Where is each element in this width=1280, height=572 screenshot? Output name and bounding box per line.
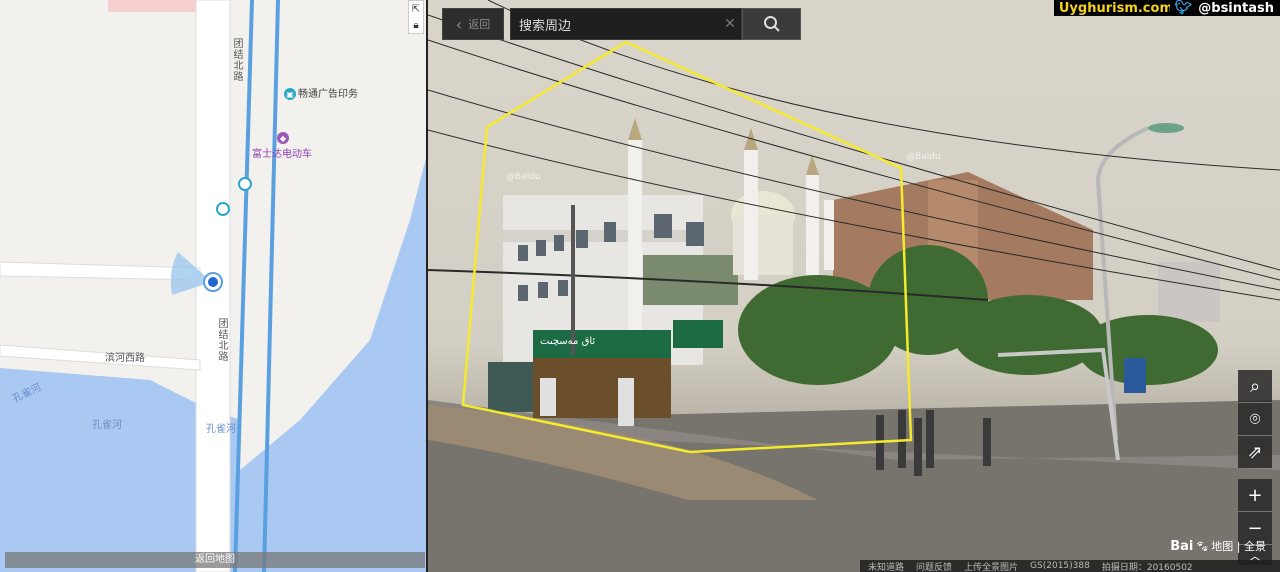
river-area-left xyxy=(0,368,200,572)
side-road xyxy=(0,261,201,281)
twitter-credit: 🐦︎ @bsintash xyxy=(1170,0,1280,16)
water-label: 孔雀河 xyxy=(92,420,122,431)
site-credit: Uyghurism.com xyxy=(1053,0,1178,16)
shop-icon[interactable]: ▣ xyxy=(284,88,296,100)
side-toolbar: ⌕ ⌾ ⇗ + − ︿ xyxy=(1238,370,1272,566)
footer-date: 拍摄日期：20160502 xyxy=(1101,562,1193,572)
bird-icon: 🐦︎ xyxy=(1174,0,1193,16)
baidu-brand: Bai xyxy=(1170,538,1194,554)
zoom-search-icon[interactable]: ⌕ xyxy=(1238,370,1272,402)
twitter-handle: @bsintash xyxy=(1198,0,1274,16)
glass-kiosk xyxy=(488,362,533,412)
shop-sign-text: ئاق مەسچىت xyxy=(540,336,596,347)
watermark: @Baidu xyxy=(906,152,941,162)
street-view-scene[interactable] xyxy=(428,0,1280,572)
dome-base xyxy=(733,215,793,275)
lock-icon[interactable]: 🔒︎ xyxy=(409,17,423,33)
search-input[interactable] xyxy=(519,16,719,32)
utility-pole xyxy=(571,205,575,355)
road-sign xyxy=(1124,358,1146,393)
map-panel[interactable]: 团结北路 团结北路 滨河西路 孔雀河 孔雀河 孔雀河 ▣ 畅通广告印务 ◆ 富士… xyxy=(0,0,428,572)
fullscreen-icon[interactable]: ⇱ xyxy=(409,1,423,17)
poi-label[interactable]: 畅通广告印务 xyxy=(298,89,358,100)
water-label: 孔雀河 xyxy=(206,424,236,435)
footer-feedback-link[interactable]: 问题反馈 xyxy=(916,560,952,572)
search-icon xyxy=(763,16,780,32)
zoom-in-button[interactable]: + xyxy=(1238,479,1272,511)
search-box[interactable]: ✕ xyxy=(510,8,742,40)
street-light xyxy=(1095,126,1149,441)
location-dot xyxy=(208,277,218,287)
camera-icon[interactable]: ⌾ xyxy=(1238,403,1272,435)
shop-icon[interactable]: ◆ xyxy=(277,132,289,144)
footer-bar: 未知道路 问题反馈 上传全景图片 GS(2015)388 拍摄日期：201605… xyxy=(860,560,1280,572)
bus-stop-icon[interactable] xyxy=(238,177,252,191)
road-label: 团结北路 xyxy=(216,318,227,362)
building-ledge xyxy=(503,230,703,242)
back-to-map-button[interactable]: 返回地图 xyxy=(5,552,425,568)
paw-icon: 🐾︎ xyxy=(1195,539,1210,553)
map-toolbar: ⇱ 🔒︎ xyxy=(408,0,424,34)
map-block xyxy=(108,0,200,12)
back-button-label: 返回 xyxy=(468,18,491,31)
footer-road: 未知道路 xyxy=(868,562,905,572)
shop-door xyxy=(540,378,556,416)
road-label: 滨河西路 xyxy=(105,353,145,364)
watermark: @Baidu xyxy=(506,172,541,182)
share-icon[interactable]: ⇗ xyxy=(1238,436,1272,468)
footer-upload-link[interactable]: 上传全景图片 xyxy=(964,560,1018,572)
road-binhe-west xyxy=(0,344,201,371)
poi-label[interactable]: 富士达电动车 xyxy=(252,149,312,160)
search-button[interactable] xyxy=(742,8,801,40)
highrise-building xyxy=(1158,262,1220,322)
baidu-logo: Bai 🐾︎ 地图 | 全景 xyxy=(1170,538,1266,554)
clear-icon[interactable]: ✕ xyxy=(719,16,741,32)
back-button[interactable]: ‹ 返回 xyxy=(442,8,504,40)
shop-door xyxy=(618,378,634,426)
road-label: 团结北路 xyxy=(231,38,242,82)
map-canvas[interactable] xyxy=(0,0,428,572)
footer-license: GS(2015)388 xyxy=(1030,561,1090,571)
chevron-left-icon: ‹ xyxy=(455,14,463,34)
street-view-panel[interactable]: @Baidu @Baidu ئاق مەسچىت ‹ 返回 ✕ ⌕ ⌾ ⇗ + … xyxy=(428,0,1280,572)
shop-signboard-2 xyxy=(673,320,723,348)
bus-stop-icon[interactable] xyxy=(216,202,230,216)
baidu-suffix: 地图 | 全景 xyxy=(1211,540,1266,553)
street-light-lamp xyxy=(1148,123,1184,133)
